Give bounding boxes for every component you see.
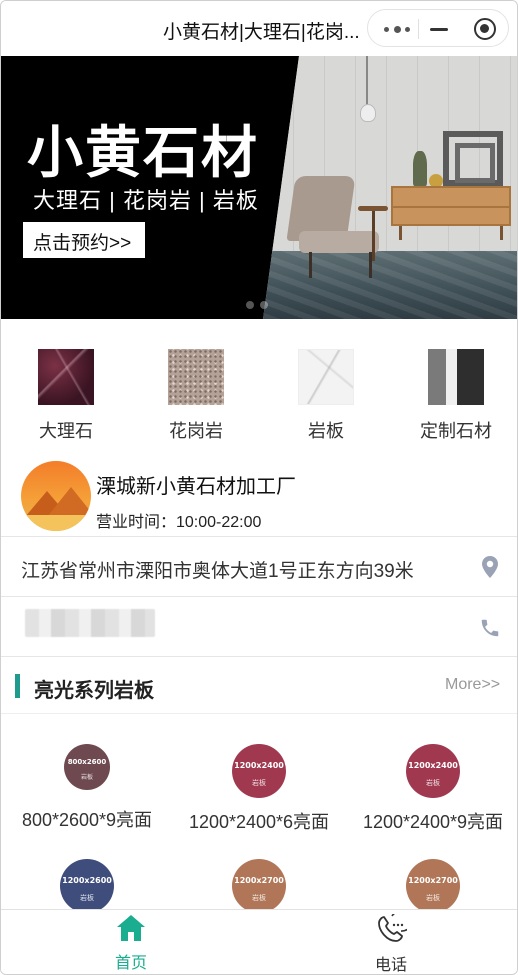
product-thumb: 1200x2700 岩板: [406, 859, 460, 911]
product-thumb: 1200x2700 岩板: [232, 859, 286, 911]
store-logo: [21, 461, 91, 531]
carousel-dot-2[interactable]: [260, 301, 268, 309]
product-kind: 岩板: [80, 895, 94, 902]
category-label: 岩板: [308, 421, 344, 441]
product-card[interactable]: 1200x2700 岩板: [173, 859, 345, 911]
title-bar: 小黄石材|大理石|花岗...: [1, 1, 517, 56]
banner-carousel[interactable]: 小黄石材 大理石 | 花岗岩 | 岩板 点击预约>>: [1, 56, 517, 319]
mini-program-capsule: [367, 9, 509, 47]
granite-thumb: [168, 349, 224, 405]
section-title: 亮光系列岩板: [34, 680, 154, 702]
carousel-dot-1[interactable]: [246, 301, 254, 309]
product-kind: 岩板: [426, 895, 440, 902]
category-slab[interactable]: 岩板: [266, 349, 386, 443]
category-label: 花岗岩: [169, 421, 223, 441]
cabinet-image: [391, 186, 511, 240]
product-thumb: 1200x2400 岩板: [406, 744, 460, 798]
more-link[interactable]: More>>: [445, 676, 500, 694]
product-card[interactable]: 1200x2400 岩板 1200*2400*6亮面: [173, 744, 345, 834]
side-table-image: [358, 206, 388, 266]
banner-photo: [263, 56, 517, 319]
product-kind: 岩板: [252, 780, 266, 787]
page-title: 小黄石材|大理石|花岗...: [163, 22, 360, 43]
product-card[interactable]: 800x2600 岩板 800*2600*9亮面: [1, 744, 173, 832]
product-thumb: 800x2600 岩板: [64, 744, 110, 790]
product-size: 1200x2600: [62, 876, 112, 885]
product-kind: 岩板: [426, 780, 440, 787]
slab-thumb: [298, 349, 354, 405]
product-grid: 800x2600 岩板 800*2600*9亮面 1200x2400 岩板 12…: [1, 731, 517, 911]
bottom-tab-bar: 首页 电话: [1, 909, 517, 974]
product-card[interactable]: 1200x2400 岩板 1200*2400*9亮面: [347, 744, 517, 834]
book-now-button[interactable]: 点击预约>>: [23, 222, 145, 258]
phone-number-redacted: [25, 609, 155, 637]
store-name: 溧城新小黄石材加工厂: [96, 476, 296, 498]
picture-frames-image: [443, 131, 503, 186]
store-info: 溧城新小黄石材加工厂 营业时间：10:00-22:00: [1, 456, 517, 536]
product-size: 800x2600: [67, 758, 107, 766]
address-row[interactable]: 江苏省常州市溧阳市奥体大道1号正东方向39米: [1, 536, 517, 596]
category-marble[interactable]: 大理石: [6, 349, 126, 443]
product-label: 1200*2400*9亮面: [362, 812, 504, 832]
product-size: 1200x2400: [408, 761, 458, 770]
product-size: 1200x2400: [234, 761, 284, 770]
location-pin-icon[interactable]: [481, 556, 499, 578]
carousel-indicator: [246, 296, 274, 314]
tab-call-label: 电话: [374, 957, 407, 974]
home-icon: [117, 915, 145, 941]
category-granite[interactable]: 花岗岩: [136, 349, 256, 443]
close-target-icon[interactable]: [474, 18, 496, 40]
plant-image: [413, 151, 427, 186]
product-card[interactable]: 1200x2600 岩板: [1, 859, 173, 911]
category-label: 定制石材: [420, 421, 492, 441]
more-icon[interactable]: [384, 26, 410, 33]
pendant-lamp-image: [360, 56, 376, 122]
product-label: 1200*2400*6亮面: [188, 812, 330, 832]
product-card[interactable]: 1200x2700 岩板: [347, 859, 517, 911]
banner-subline: 大理石 | 花岗岩 | 岩板: [33, 188, 259, 213]
product-size: 1200x2700: [234, 876, 284, 885]
category-custom-stone[interactable]: 定制石材: [396, 349, 516, 443]
product-thumb: 1200x2400 岩板: [232, 744, 286, 798]
product-size: 1200x2700: [408, 876, 458, 885]
tab-call[interactable]: 电话: [351, 910, 431, 974]
section-header: 亮光系列岩板 More>>: [1, 656, 517, 714]
category-grid: 大理石 花岗岩 岩板 定制石材: [1, 331, 517, 451]
phone-row[interactable]: [1, 596, 517, 656]
product-thumb: 1200x2600 岩板: [60, 859, 114, 911]
app-frame: 小黄石材|大理石|花岗... 小黄石材 大理石 | 花岗岩 | 岩板 点击预约>…: [0, 0, 518, 975]
phone-icon[interactable]: [479, 617, 501, 639]
tab-home[interactable]: 首页: [91, 914, 171, 973]
banner-headline: 小黄石材: [27, 121, 259, 186]
minimize-icon[interactable]: [430, 28, 448, 31]
capsule-divider: [418, 19, 419, 39]
tab-home-label: 首页: [114, 955, 147, 972]
marble-thumb: [38, 349, 94, 405]
store-hours: 营业时间：10:00-22:00: [96, 514, 262, 531]
section-accent-bar: [15, 674, 20, 698]
product-kind: 岩板: [252, 895, 266, 902]
phone-chat-icon: [378, 910, 414, 942]
category-label: 大理石: [39, 421, 93, 441]
store-address: 江苏省常州市溧阳市奥体大道1号正东方向39米: [21, 561, 414, 582]
product-label: 800*2600*9亮面: [21, 810, 153, 830]
custom-stone-thumb: [428, 349, 484, 405]
product-kind: 岩板: [80, 775, 93, 781]
